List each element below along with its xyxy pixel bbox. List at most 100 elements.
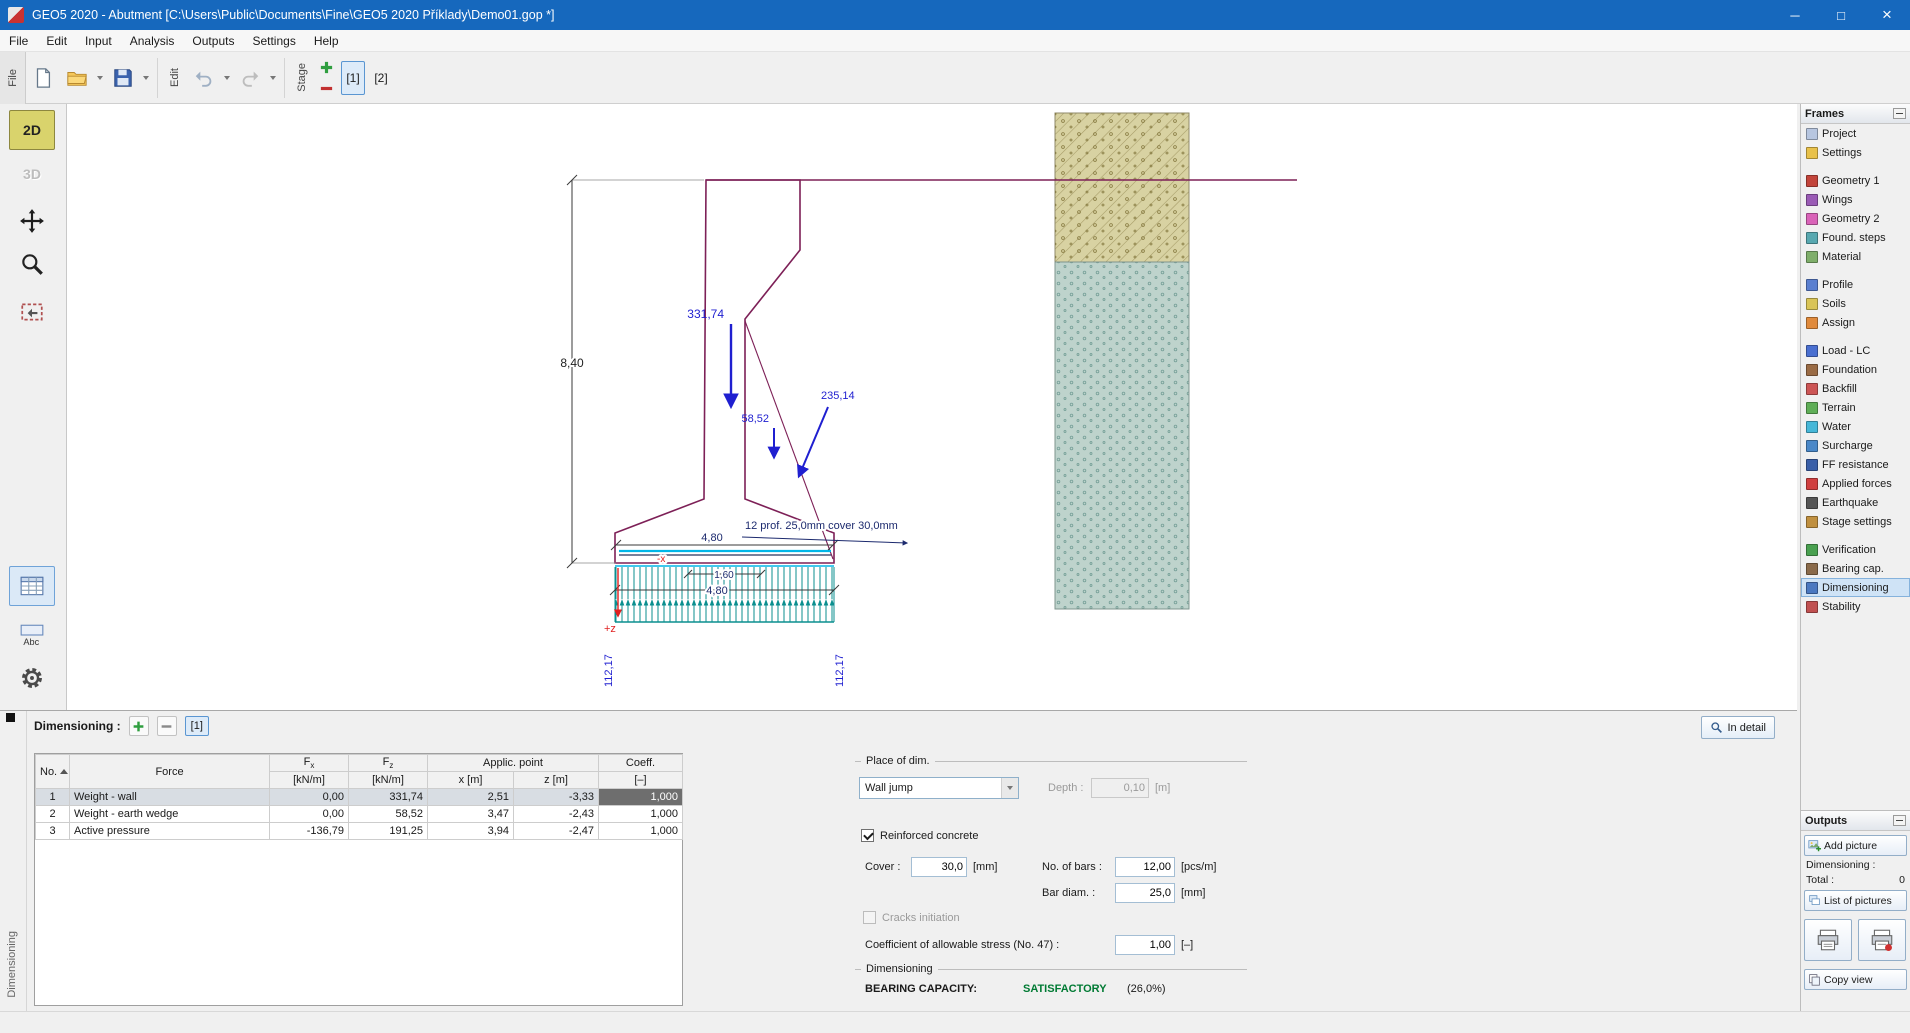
cell-force[interactable]: Active pressure: [70, 823, 270, 840]
allowable-stress-field[interactable]: [1115, 935, 1175, 955]
frames-item-stage-settings[interactable]: Stage settings: [1801, 512, 1910, 531]
stage-remove-button[interactable]: [318, 80, 335, 97]
frames-item-stability[interactable]: Stability: [1801, 597, 1910, 616]
cell-z[interactable]: -3,33: [514, 789, 599, 806]
stage-1-button[interactable]: [1]: [341, 61, 365, 95]
col-fx[interactable]: Fx: [270, 755, 349, 772]
save-button[interactable]: [107, 62, 139, 94]
frames-item-earthquake[interactable]: Earthquake: [1801, 493, 1910, 512]
add-picture-button[interactable]: Add picture: [1804, 835, 1907, 856]
redo-button[interactable]: [234, 62, 266, 94]
close-button[interactable]: ×: [1864, 0, 1910, 30]
frames-item-found-steps[interactable]: Found. steps: [1801, 228, 1910, 247]
redo-dropdown-icon[interactable]: [270, 76, 276, 80]
table-row[interactable]: 2 Weight - earth wedge 0,00 58,52 3,47 -…: [36, 806, 683, 823]
cell-fz[interactable]: 191,25: [349, 823, 428, 840]
settings-tool-button[interactable]: [9, 658, 55, 698]
cell-force[interactable]: Weight - wall: [70, 789, 270, 806]
copy-view-button[interactable]: Copy view: [1804, 969, 1907, 990]
frames-item-bearing-cap[interactable]: Bearing cap.: [1801, 559, 1910, 578]
cell-fx[interactable]: 0,00: [270, 789, 349, 806]
col-applic-point[interactable]: Applic. point: [428, 755, 599, 772]
menu-help[interactable]: Help: [305, 30, 348, 52]
frames-item-geometry-1[interactable]: Geometry 1: [1801, 171, 1910, 190]
in-detail-button[interactable]: In detail: [1701, 716, 1775, 739]
stage-1-toggle[interactable]: [1]: [185, 716, 209, 736]
frames-item-ff-resistance[interactable]: FF resistance: [1801, 455, 1910, 474]
undo-button[interactable]: [188, 62, 220, 94]
view-2d-button[interactable]: 2D: [9, 110, 55, 150]
collapse-panel-button[interactable]: [1893, 108, 1906, 119]
cell-x[interactable]: 3,94: [428, 823, 514, 840]
drawing-canvas[interactable]: 8,40 331,74 58,52 235,14 4,80 12 prof. 2…: [67, 104, 1797, 710]
cell-z[interactable]: -2,43: [514, 806, 599, 823]
stage-2-button[interactable]: [2]: [369, 61, 393, 95]
frames-item-dimensioning[interactable]: Dimensioning: [1801, 578, 1910, 597]
remove-force-button[interactable]: [157, 716, 177, 736]
minimize-button[interactable]: ─: [1772, 0, 1818, 30]
cell-force[interactable]: Weight - earth wedge: [70, 806, 270, 823]
cell-coeff[interactable]: 1,000: [599, 823, 683, 840]
file-vertical-tab[interactable]: File: [0, 52, 26, 104]
frames-item-foundation[interactable]: Foundation: [1801, 360, 1910, 379]
cell-x[interactable]: 2,51: [428, 789, 514, 806]
frames-item-water[interactable]: Water: [1801, 417, 1910, 436]
frames-item-project[interactable]: Project: [1801, 124, 1910, 143]
cell-fz[interactable]: 331,74: [349, 789, 428, 806]
frames-item-surcharge[interactable]: Surcharge: [1801, 436, 1910, 455]
cell-fx[interactable]: -136,79: [270, 823, 349, 840]
zoom-window-tool-button[interactable]: [9, 292, 55, 332]
maximize-button[interactable]: □: [1818, 0, 1864, 30]
pan-tool-button[interactable]: [9, 201, 55, 241]
undo-dropdown-icon[interactable]: [224, 76, 230, 80]
cell-fx[interactable]: 0,00: [270, 806, 349, 823]
save-dropdown-icon[interactable]: [143, 76, 149, 80]
frames-item-profile[interactable]: Profile: [1801, 275, 1910, 294]
frames-item-assign[interactable]: Assign: [1801, 313, 1910, 332]
list-of-pictures-button[interactable]: List of pictures: [1804, 890, 1907, 911]
table-row[interactable]: 1 Weight - wall 0,00 331,74 2,51 -3,33 1…: [36, 789, 683, 806]
menu-settings[interactable]: Settings: [243, 30, 304, 52]
col-force[interactable]: Force: [70, 755, 270, 789]
frames-item-settings[interactable]: Settings: [1801, 143, 1910, 162]
print-log-button[interactable]: [1858, 919, 1906, 961]
cell-coeff[interactable]: 1,000: [599, 789, 683, 806]
cell-no[interactable]: 2: [36, 806, 70, 823]
place-of-dim-select[interactable]: Wall jump: [859, 777, 1019, 799]
add-force-button[interactable]: [129, 716, 149, 736]
col-no[interactable]: No.: [36, 755, 70, 789]
cell-no[interactable]: 3: [36, 823, 70, 840]
bar-diam-field[interactable]: [1115, 883, 1175, 903]
bars-field[interactable]: [1115, 857, 1175, 877]
reinforced-concrete-checkbox[interactable]: [861, 829, 874, 842]
frames-item-backfill[interactable]: Backfill: [1801, 379, 1910, 398]
frames-item-load-lc[interactable]: Load - LC: [1801, 341, 1910, 360]
col-fz[interactable]: Fz: [349, 755, 428, 772]
frames-item-soils[interactable]: Soils: [1801, 294, 1910, 313]
frames-item-terrain[interactable]: Terrain: [1801, 398, 1910, 417]
cell-coeff[interactable]: 1,000: [599, 806, 683, 823]
frames-item-material[interactable]: Material: [1801, 247, 1910, 266]
frames-item-applied-forces[interactable]: Applied forces: [1801, 474, 1910, 493]
frames-item-verification[interactable]: Verification: [1801, 540, 1910, 559]
cell-fz[interactable]: 58,52: [349, 806, 428, 823]
col-coeff[interactable]: Coeff.: [599, 755, 683, 772]
menu-outputs[interactable]: Outputs: [183, 30, 243, 52]
menu-input[interactable]: Input: [76, 30, 121, 52]
menu-edit[interactable]: Edit: [37, 30, 76, 52]
frames-item-geometry-2[interactable]: Geometry 2: [1801, 209, 1910, 228]
new-file-button[interactable]: [27, 62, 59, 94]
cell-x[interactable]: 3,47: [428, 806, 514, 823]
zoom-tool-button[interactable]: [9, 244, 55, 284]
cover-field[interactable]: [911, 857, 967, 877]
cell-z[interactable]: -2,47: [514, 823, 599, 840]
menu-file[interactable]: File: [0, 30, 37, 52]
table-row[interactable]: 3 Active pressure -136,79 191,25 3,94 -2…: [36, 823, 683, 840]
table-view-button[interactable]: [9, 566, 55, 606]
open-file-button[interactable]: [61, 62, 93, 94]
collapse-panel-button[interactable]: [1893, 815, 1906, 826]
stage-add-button[interactable]: [318, 59, 335, 76]
open-dropdown-icon[interactable]: [97, 76, 103, 80]
frame-layout-button[interactable]: Abc: [9, 615, 55, 655]
frames-item-wings[interactable]: Wings: [1801, 190, 1910, 209]
